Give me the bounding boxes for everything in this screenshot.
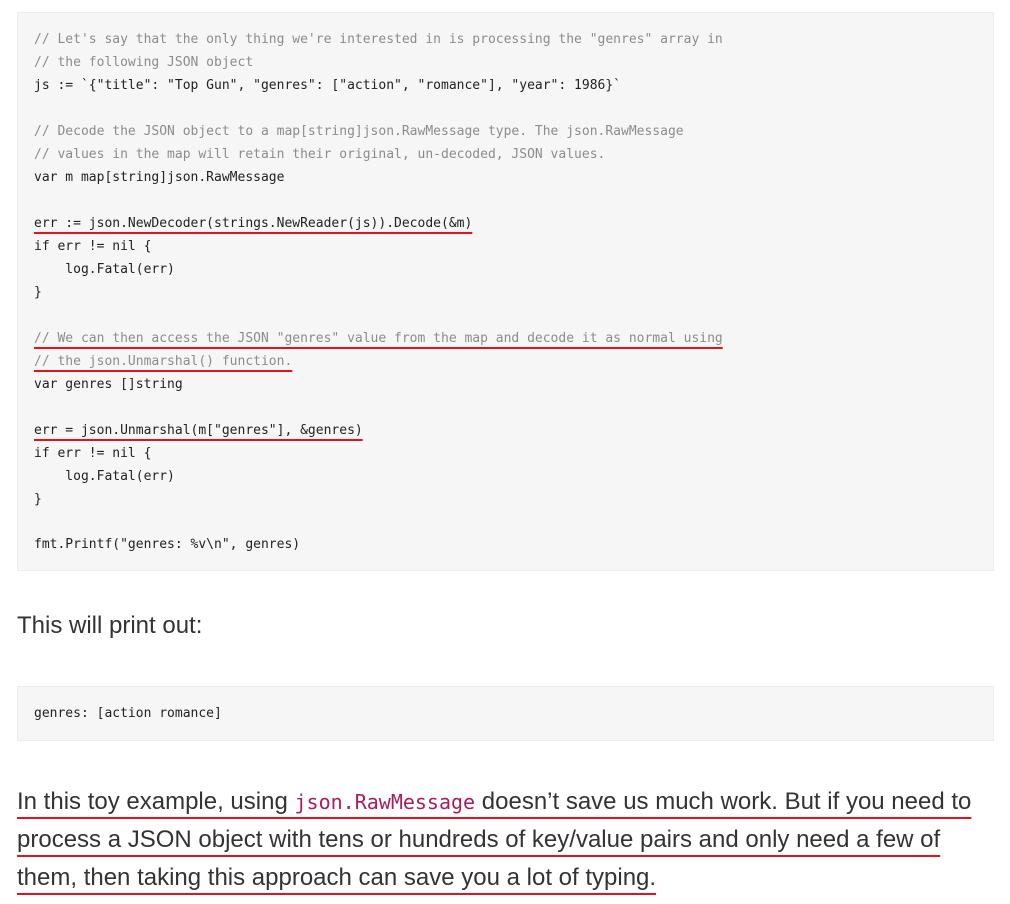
- code-line-3: js := `{"title": "Top Gun", "genres": ["…: [34, 78, 621, 93]
- code-line-10: if err != nil {: [34, 239, 152, 254]
- code-block: // Let's say that the only thing we're i…: [17, 12, 994, 571]
- code-line-12: }: [34, 285, 42, 300]
- code-line-21: }: [34, 492, 42, 507]
- code-line-18: err = json.Unmarshal(m["genres"], &genre…: [34, 423, 363, 438]
- code-line-14: // We can then access the JSON "genres" …: [34, 331, 723, 346]
- code-line-16: var genres []string: [34, 377, 183, 392]
- inline-code-rawmessage: json.RawMessage: [294, 790, 476, 814]
- code-line-7: var m map[string]json.RawMessage: [34, 170, 285, 185]
- code-line-19: if err != nil {: [34, 446, 152, 461]
- code-line-6: // values in the map will retain their o…: [34, 147, 606, 162]
- explanation-paragraph: In this toy example, using json.RawMessa…: [17, 783, 997, 897]
- code-line-1: // Let's say that the only thing we're i…: [34, 32, 723, 47]
- code-line-23: fmt.Printf("genres: %v\n", genres): [34, 537, 301, 552]
- paragraph-text-1: In this toy example, using: [17, 788, 295, 815]
- output-intro-text: This will print out:: [17, 612, 203, 639]
- output-line: genres: [action romance]: [34, 706, 222, 721]
- output-code-block: genres: [action romance]: [17, 686, 994, 741]
- code-line-5: // Decode the JSON object to a map[strin…: [34, 124, 684, 139]
- code-line-11: log.Fatal(err): [34, 262, 175, 277]
- code-line-9: err := json.NewDecoder(strings.NewReader…: [34, 216, 473, 231]
- code-line-15: // the json.Unmarshal() function.: [34, 354, 293, 369]
- code-line-20: log.Fatal(err): [34, 469, 175, 484]
- code-line-2: // the following JSON object: [34, 55, 254, 70]
